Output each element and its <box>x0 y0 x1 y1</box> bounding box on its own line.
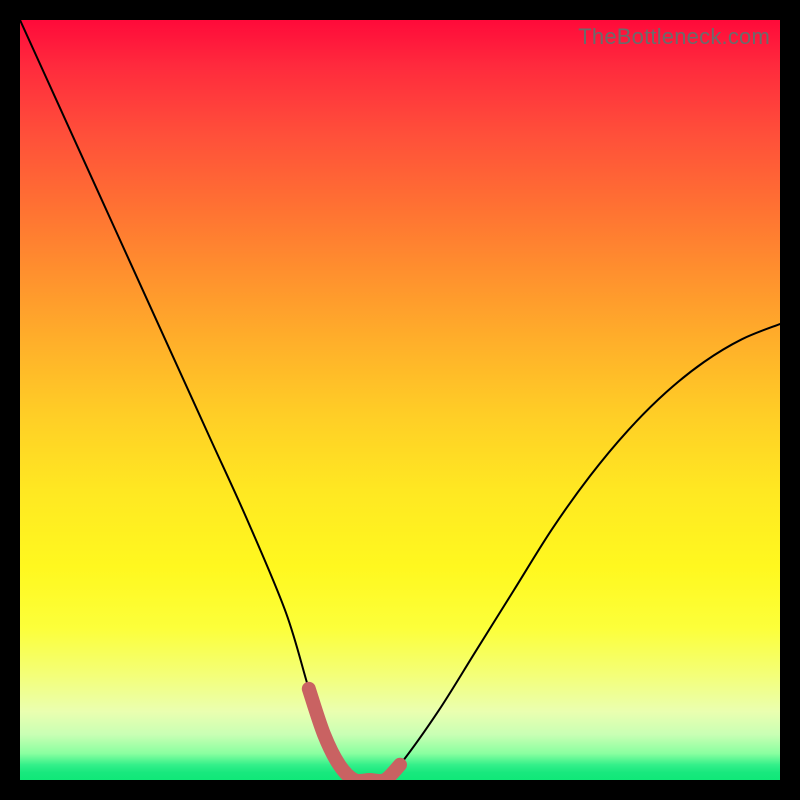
plot-area: TheBottleneck.com <box>20 20 780 780</box>
curves-svg <box>20 20 780 780</box>
chart-frame: TheBottleneck.com <box>0 0 800 800</box>
optimal-zone-curve <box>309 689 400 780</box>
watermark-text: TheBottleneck.com <box>578 24 770 50</box>
bottleneck-curve <box>20 20 780 780</box>
